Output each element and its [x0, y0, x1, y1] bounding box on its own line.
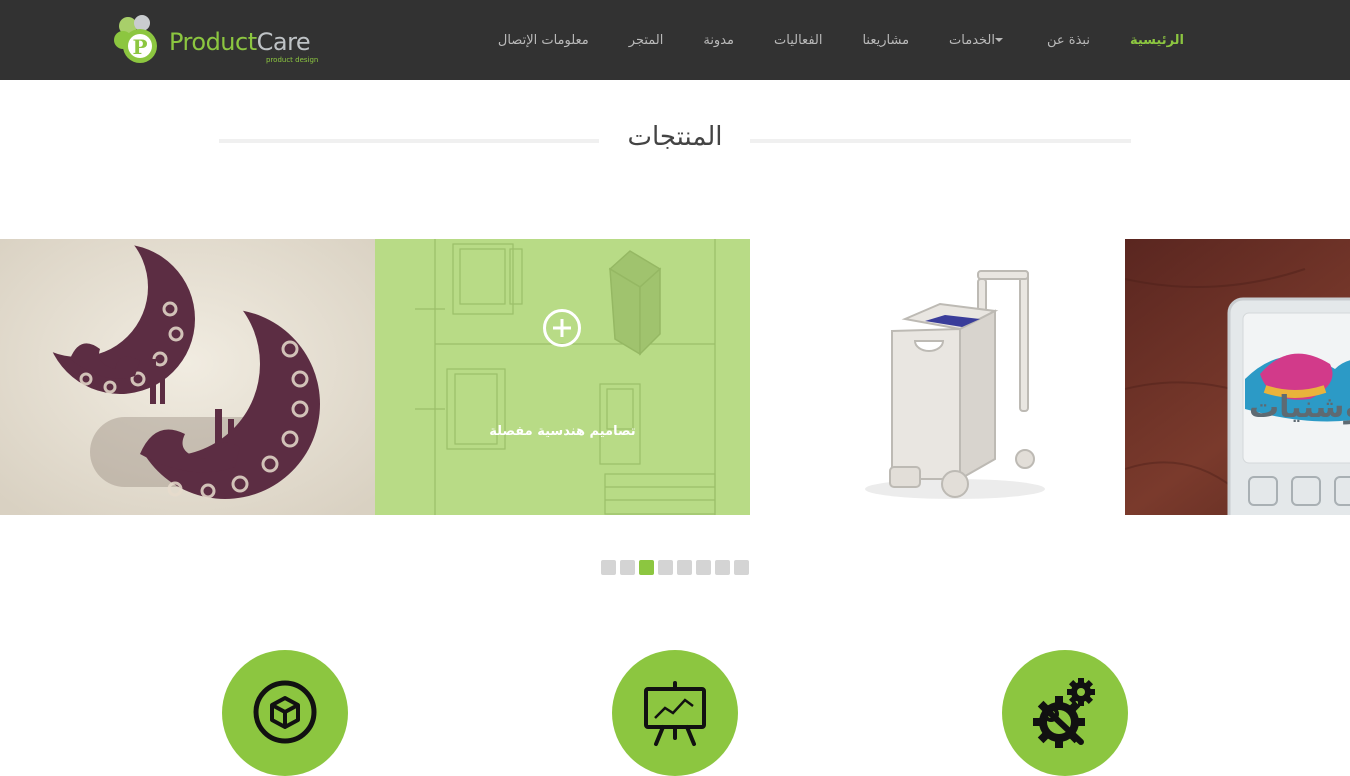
acrylic-tile-image: وشنيات	[1125, 239, 1350, 515]
nav-item-contact[interactable]: معلومات الإتصال	[498, 33, 589, 48]
nav-item-home[interactable]: الرئيسية	[1130, 33, 1184, 48]
nav-item-store[interactable]: المتجر	[629, 33, 664, 48]
logo-mark-icon: P	[114, 15, 157, 63]
carousel-dot-7[interactable]	[715, 560, 730, 575]
carousel-dot-1[interactable]	[601, 560, 616, 575]
brand-logo[interactable]: P ProductCare product design	[114, 14, 324, 66]
slide-caption: تصاميم هندسية مفصلة	[489, 424, 636, 439]
cube-icon	[253, 680, 317, 744]
nav-item-label: الرئيسية	[1129, 32, 1184, 48]
carousel-pagination	[601, 560, 753, 575]
nav-item-services[interactable]: الخدمات	[949, 33, 1007, 48]
main-nav: الرئيسية نبذة عن الخدمات مشاريعنا الفعال…	[458, 0, 1184, 80]
plus-circle-icon[interactable]	[543, 309, 581, 347]
slide-hover-overlay	[375, 239, 750, 515]
nav-item-about[interactable]: نبذة عن	[1047, 33, 1090, 48]
trolley-cart-image	[750, 239, 1125, 515]
svg-text:P: P	[132, 35, 147, 59]
presentation-chart-icon	[644, 681, 706, 746]
crescent-ornaments-image	[0, 239, 375, 515]
nav-item-blog[interactable]: مدونة	[703, 33, 734, 48]
products-carousel[interactable]: تصاميم هندسية مفصلة شنيات	[0, 239, 1350, 515]
feature-3d-design[interactable]	[222, 650, 348, 776]
brand-name-product: Product	[169, 28, 257, 56]
section-title: المنتجات	[627, 122, 723, 152]
nav-item-label: مشاريعنا	[862, 32, 910, 48]
nav-item-projects[interactable]: مشاريعنا	[862, 33, 909, 48]
nav-item-label: معلومات الإتصال	[497, 32, 589, 48]
feature-presentation[interactable]	[612, 650, 738, 776]
nav-item-events[interactable]: الفعاليات	[774, 33, 822, 48]
products-heading: المنتجات	[219, 120, 1131, 160]
feature-engineering[interactable]	[1002, 650, 1128, 776]
brand-tagline: product design	[266, 56, 319, 64]
carousel-dot-2[interactable]	[620, 560, 635, 575]
carousel-dot-4[interactable]	[658, 560, 673, 575]
top-navbar: P ProductCare product design الرئيسية نب…	[0, 0, 1350, 80]
product-slide-crescents[interactable]	[0, 239, 375, 515]
carousel-dot-8[interactable]	[734, 560, 749, 575]
brand-name-care: Care	[256, 28, 311, 56]
nav-item-label: الخدمات	[949, 32, 995, 48]
product-slide-trolley[interactable]	[750, 239, 1125, 515]
chevron-down-icon	[995, 38, 1003, 42]
nav-item-label: المتجر	[628, 32, 664, 48]
nav-item-label: مدونة	[703, 32, 734, 48]
carousel-dot-5[interactable]	[677, 560, 692, 575]
product-slide-engineering[interactable]: تصاميم هندسية مفصلة	[375, 239, 750, 515]
product-slide-tile[interactable]: وشنيات	[1125, 239, 1350, 515]
nav-item-label: نبذة عن	[1047, 32, 1090, 48]
nav-item-label: الفعاليات	[774, 32, 823, 48]
gear-wrench-icon	[1033, 678, 1095, 748]
brand-name: ProductCare	[169, 28, 311, 56]
carousel-dot-6[interactable]	[696, 560, 711, 575]
svg-text:وشنيات: وشنيات	[1249, 390, 1350, 425]
carousel-dot-3[interactable]	[639, 560, 654, 575]
